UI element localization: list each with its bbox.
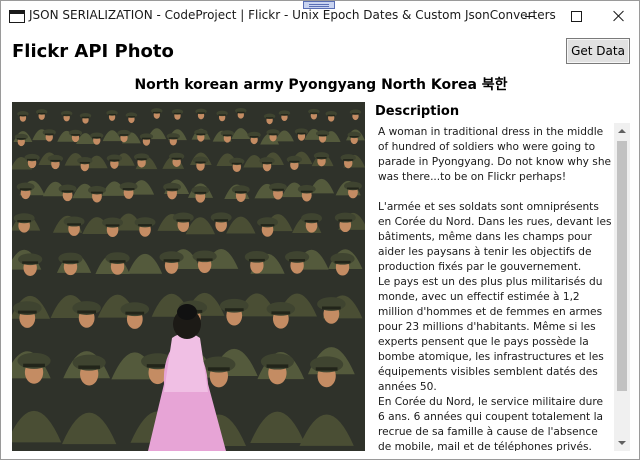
minimize-icon <box>525 15 535 17</box>
page-title: Flickr API Photo <box>12 41 174 62</box>
description-scrollbar[interactable] <box>614 123 630 451</box>
window-app-icon <box>9 10 25 23</box>
description-text: A woman in traditional dress in the midd… <box>378 126 612 451</box>
close-button[interactable] <box>599 1 639 31</box>
app-window: JSON SERIALIZATION - CodeProject | Flick… <box>0 0 640 460</box>
flickr-photo <box>12 102 365 451</box>
description-textbox[interactable]: A woman in traditional dress in the midd… <box>374 123 614 451</box>
close-icon <box>613 10 625 22</box>
photo-title: North korean army Pyongyang North Korea … <box>134 77 508 93</box>
maximize-icon <box>570 10 582 22</box>
get-data-button[interactable]: Get Data <box>566 38 630 64</box>
window-title: JSON SERIALIZATION - CodeProject | Flick… <box>29 8 556 22</box>
scrollbar-thumb[interactable] <box>617 141 627 391</box>
scroll-down-arrow-icon <box>618 441 626 445</box>
scroll-up-button[interactable] <box>614 123 630 139</box>
maximize-button[interactable] <box>553 1 599 31</box>
description-label: Description <box>375 104 460 119</box>
minimize-button[interactable] <box>507 1 553 31</box>
scroll-up-arrow-icon <box>618 129 626 133</box>
drag-handle-icon[interactable] <box>303 1 335 9</box>
scroll-down-button[interactable] <box>614 435 630 451</box>
title-bar[interactable]: JSON SERIALIZATION - CodeProject | Flick… <box>1 1 639 31</box>
soldiers-crowd-image <box>12 102 365 451</box>
